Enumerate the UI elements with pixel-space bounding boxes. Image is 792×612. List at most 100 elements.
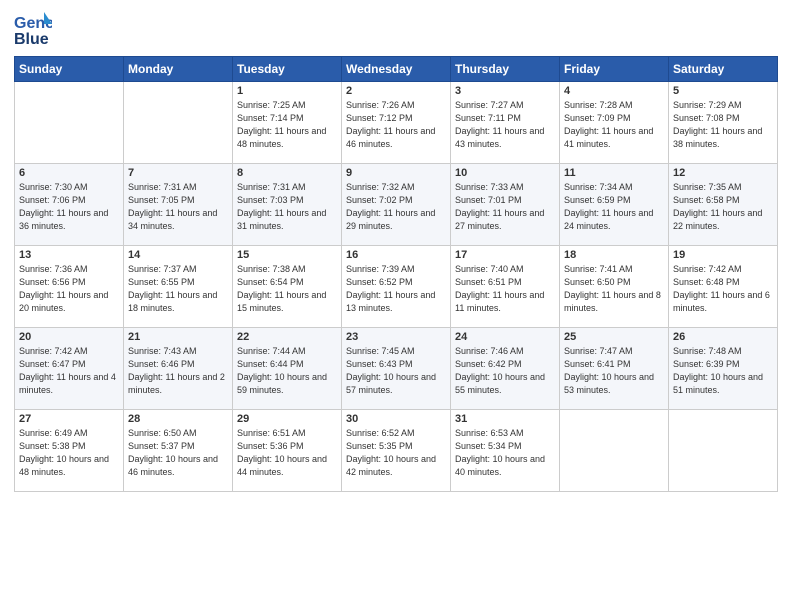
day-info: Sunrise: 6:49 AM Sunset: 5:38 PM Dayligh… xyxy=(19,427,119,479)
day-number: 24 xyxy=(455,331,555,343)
table-row: 25Sunrise: 7:47 AM Sunset: 6:41 PM Dayli… xyxy=(560,328,669,410)
table-row: 22Sunrise: 7:44 AM Sunset: 6:44 PM Dayli… xyxy=(233,328,342,410)
col-tuesday: Tuesday xyxy=(233,57,342,82)
day-info: Sunrise: 7:40 AM Sunset: 6:51 PM Dayligh… xyxy=(455,263,555,315)
day-info: Sunrise: 7:28 AM Sunset: 7:09 PM Dayligh… xyxy=(564,99,664,151)
day-number: 1 xyxy=(237,85,337,97)
table-row: 7Sunrise: 7:31 AM Sunset: 7:05 PM Daylig… xyxy=(124,164,233,246)
day-number: 8 xyxy=(237,167,337,179)
table-row: 3 Sunrise: 7:27 AM Sunset: 7:11 PM Daylig… xyxy=(451,82,560,164)
day-info: Sunrise: 6:53 AM Sunset: 5:34 PM Dayligh… xyxy=(455,427,555,479)
day-number: 11 xyxy=(564,167,664,179)
day-number: 5 xyxy=(673,85,773,97)
day-info: Sunrise: 7:37 AM Sunset: 6:55 PM Dayligh… xyxy=(128,263,228,315)
calendar-week-row: 1Sunrise: 7:25 AM Sunset: 7:14 PM Daylig… xyxy=(15,82,778,164)
day-info: Sunrise: 7:31 AM Sunset: 7:03 PM Dayligh… xyxy=(237,181,337,233)
day-info: Sunrise: 6:52 AM Sunset: 5:35 PM Dayligh… xyxy=(346,427,446,479)
day-info: Sunrise: 7:32 AM Sunset: 7:02 PM Dayligh… xyxy=(346,181,446,233)
day-info: Sunrise: 7:47 AM Sunset: 6:41 PM Dayligh… xyxy=(564,345,664,397)
day-number: 10 xyxy=(455,167,555,179)
table-row: 29 Sunrise: 6:51 AM Sunset: 5:36 PM Dayli… xyxy=(233,410,342,492)
day-info: Sunrise: 7:35 AM Sunset: 6:58 PM Dayligh… xyxy=(673,181,773,233)
table-row: 28 Sunrise: 6:50 AM Sunset: 5:37 PM Dayli… xyxy=(124,410,233,492)
col-friday: Friday xyxy=(560,57,669,82)
table-row xyxy=(669,410,778,492)
table-row: 21Sunrise: 7:43 AM Sunset: 6:46 PM Dayli… xyxy=(124,328,233,410)
table-row: 24 Sunrise: 7:46 AM Sunset: 6:42 PM Dayli… xyxy=(451,328,560,410)
day-number: 17 xyxy=(455,249,555,261)
day-info: Sunrise: 7:29 AM Sunset: 7:08 PM Dayligh… xyxy=(673,99,773,151)
day-number: 27 xyxy=(19,413,119,425)
day-info: Sunrise: 7:48 AM Sunset: 6:39 PM Dayligh… xyxy=(673,345,773,397)
day-number: 29 xyxy=(237,413,337,425)
table-row: 4 Sunrise: 7:28 AM Sunset: 7:09 PM Daylig… xyxy=(560,82,669,164)
header: General Blue xyxy=(14,10,778,48)
day-number: 6 xyxy=(19,167,119,179)
table-row: 8 Sunrise: 7:31 AM Sunset: 7:03 PM Daylig… xyxy=(233,164,342,246)
table-row: 2Sunrise: 7:26 AM Sunset: 7:12 PM Daylig… xyxy=(342,82,451,164)
calendar-week-row: 20 Sunrise: 7:42 AM Sunset: 6:47 PM Dayli… xyxy=(15,328,778,410)
day-info: Sunrise: 7:42 AM Sunset: 6:47 PM Dayligh… xyxy=(19,345,119,397)
day-info: Sunrise: 7:26 AM Sunset: 7:12 PM Dayligh… xyxy=(346,99,446,151)
day-number: 16 xyxy=(346,249,446,261)
day-info: Sunrise: 6:50 AM Sunset: 5:37 PM Dayligh… xyxy=(128,427,228,479)
calendar-table: Sunday Monday Tuesday Wednesday Thursday… xyxy=(14,56,778,492)
day-info: Sunrise: 7:31 AM Sunset: 7:05 PM Dayligh… xyxy=(128,181,228,233)
day-number: 23 xyxy=(346,331,446,343)
table-row: 5 Sunrise: 7:29 AM Sunset: 7:08 PM Daylig… xyxy=(669,82,778,164)
calendar-week-row: 27 Sunrise: 6:49 AM Sunset: 5:38 PM Dayli… xyxy=(15,410,778,492)
day-info: Sunrise: 7:36 AM Sunset: 6:56 PM Dayligh… xyxy=(19,263,119,315)
day-info: Sunrise: 7:41 AM Sunset: 6:50 PM Dayligh… xyxy=(564,263,664,315)
day-info: Sunrise: 6:51 AM Sunset: 5:36 PM Dayligh… xyxy=(237,427,337,479)
day-info: Sunrise: 7:27 AM Sunset: 7:11 PM Dayligh… xyxy=(455,99,555,151)
day-info: Sunrise: 7:38 AM Sunset: 6:54 PM Dayligh… xyxy=(237,263,337,315)
col-sunday: Sunday xyxy=(15,57,124,82)
table-row: 31 Sunrise: 6:53 AM Sunset: 5:34 PM Dayli… xyxy=(451,410,560,492)
table-row: 12 Sunrise: 7:35 AM Sunset: 6:58 PM Dayli… xyxy=(669,164,778,246)
table-row: 23 Sunrise: 7:45 AM Sunset: 6:43 PM Dayli… xyxy=(342,328,451,410)
day-number: 14 xyxy=(128,249,228,261)
day-info: Sunrise: 7:45 AM Sunset: 6:43 PM Dayligh… xyxy=(346,345,446,397)
day-number: 28 xyxy=(128,413,228,425)
day-number: 3 xyxy=(455,85,555,97)
table-row: 17 Sunrise: 7:40 AM Sunset: 6:51 PM Dayli… xyxy=(451,246,560,328)
day-number: 13 xyxy=(19,249,119,261)
table-row: 15Sunrise: 7:38 AM Sunset: 6:54 PM Dayli… xyxy=(233,246,342,328)
col-wednesday: Wednesday xyxy=(342,57,451,82)
table-row: 30 Sunrise: 6:52 AM Sunset: 5:35 PM Dayli… xyxy=(342,410,451,492)
calendar-header-row: Sunday Monday Tuesday Wednesday Thursday… xyxy=(15,57,778,82)
day-number: 12 xyxy=(673,167,773,179)
day-info: Sunrise: 7:39 AM Sunset: 6:52 PM Dayligh… xyxy=(346,263,446,315)
day-number: 9 xyxy=(346,167,446,179)
table-row: 27 Sunrise: 6:49 AM Sunset: 5:38 PM Dayli… xyxy=(15,410,124,492)
day-info: Sunrise: 7:43 AM Sunset: 6:46 PM Dayligh… xyxy=(128,345,228,397)
calendar-week-row: 6 Sunrise: 7:30 AM Sunset: 7:06 PM Daylig… xyxy=(15,164,778,246)
table-row: 13 Sunrise: 7:36 AM Sunset: 6:56 PM Dayli… xyxy=(15,246,124,328)
day-info: Sunrise: 7:44 AM Sunset: 6:44 PM Dayligh… xyxy=(237,345,337,397)
calendar-week-row: 13 Sunrise: 7:36 AM Sunset: 6:56 PM Dayli… xyxy=(15,246,778,328)
day-number: 31 xyxy=(455,413,555,425)
table-row: 19 Sunrise: 7:42 AM Sunset: 6:48 PM Dayli… xyxy=(669,246,778,328)
day-number: 20 xyxy=(19,331,119,343)
day-info: Sunrise: 7:30 AM Sunset: 7:06 PM Dayligh… xyxy=(19,181,119,233)
day-info: Sunrise: 7:33 AM Sunset: 7:01 PM Dayligh… xyxy=(455,181,555,233)
table-row: 6 Sunrise: 7:30 AM Sunset: 7:06 PM Daylig… xyxy=(15,164,124,246)
day-number: 18 xyxy=(564,249,664,261)
table-row: 9 Sunrise: 7:32 AM Sunset: 7:02 PM Daylig… xyxy=(342,164,451,246)
day-number: 26 xyxy=(673,331,773,343)
col-saturday: Saturday xyxy=(669,57,778,82)
day-info: Sunrise: 7:42 AM Sunset: 6:48 PM Dayligh… xyxy=(673,263,773,315)
table-row: 16 Sunrise: 7:39 AM Sunset: 6:52 PM Dayli… xyxy=(342,246,451,328)
day-info: Sunrise: 7:46 AM Sunset: 6:42 PM Dayligh… xyxy=(455,345,555,397)
day-number: 19 xyxy=(673,249,773,261)
day-number: 4 xyxy=(564,85,664,97)
table-row: 20 Sunrise: 7:42 AM Sunset: 6:47 PM Dayli… xyxy=(15,328,124,410)
table-row: 11Sunrise: 7:34 AM Sunset: 6:59 PM Dayli… xyxy=(560,164,669,246)
logo-icon: General Blue xyxy=(14,10,52,48)
svg-text:Blue: Blue xyxy=(14,31,49,48)
col-monday: Monday xyxy=(124,57,233,82)
page: General Blue Sunday Monday Tuesday Wedne… xyxy=(0,0,792,612)
day-number: 30 xyxy=(346,413,446,425)
table-row: 14 Sunrise: 7:37 AM Sunset: 6:55 PM Dayli… xyxy=(124,246,233,328)
table-row: 18 Sunrise: 7:41 AM Sunset: 6:50 PM Dayli… xyxy=(560,246,669,328)
